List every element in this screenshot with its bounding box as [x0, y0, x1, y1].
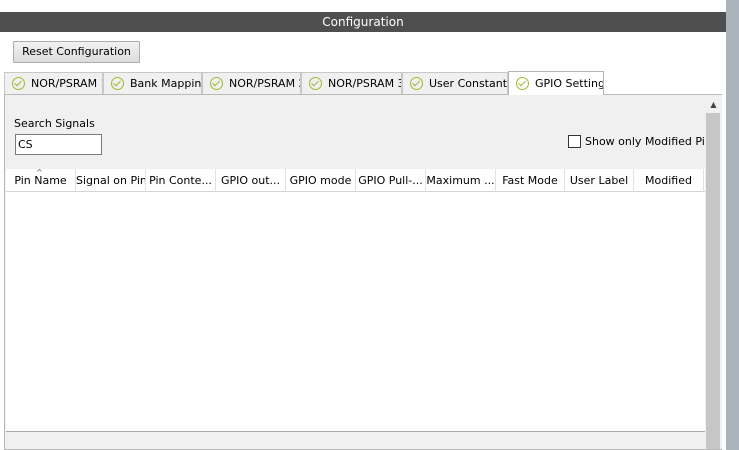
pin-table: ^ Pin Name Signal on Pin Pin Conte... GP… [6, 169, 705, 431]
column-header-gpio-mode[interactable]: GPIO mode [286, 169, 356, 192]
tab-nor-psram-2[interactable]: NOR/PSRAM 2 [202, 72, 301, 94]
tab-label: NOR/PSRAM 1 [31, 77, 103, 90]
tab-nor-psram-3[interactable]: NOR/PSRAM 3 [301, 72, 402, 94]
tab-label: GPIO Settings [535, 77, 604, 90]
column-header-gpio-pull[interactable]: GPIO Pull-... [356, 169, 426, 192]
reset-configuration-button[interactable]: Reset Configuration [13, 41, 140, 63]
column-header-pin-name[interactable]: ^ Pin Name [6, 169, 76, 192]
column-header-maximum[interactable]: Maximum ... [426, 169, 496, 192]
scroll-thumb[interactable] [706, 113, 720, 449]
panel-title: Configuration [0, 12, 726, 32]
tab-gpio-settings[interactable]: GPIO Settings [508, 71, 604, 95]
configuration-panel: Configuration Reset Configuration NOR/PS… [0, 0, 726, 450]
tab-label: NOR/PSRAM 3 [328, 77, 402, 90]
column-header-signal-on-pin[interactable]: Signal on Pin [76, 169, 146, 192]
tab-label: Bank Mapping [130, 77, 202, 90]
check-ok-icon [309, 77, 322, 90]
column-header-gpio-output[interactable]: GPIO out... [216, 169, 286, 192]
gpio-settings-content: Search Signals Show only Modified Pins ^… [4, 94, 722, 450]
search-signals-label: Search Signals [14, 117, 95, 130]
vertical-scrollbar[interactable]: ▲ [705, 95, 722, 449]
sort-ascending-icon: ^ [36, 169, 43, 177]
tab-nor-psram-1[interactable]: NOR/PSRAM 1 [4, 72, 103, 94]
column-header-user-label[interactable]: User Label [565, 169, 634, 192]
show-modified-checkbox[interactable] [568, 135, 581, 148]
column-header-pin-context[interactable]: Pin Conte... [146, 169, 216, 192]
check-ok-icon [410, 77, 423, 90]
horizontal-scrollbar[interactable] [6, 431, 705, 449]
table-header: ^ Pin Name Signal on Pin Pin Conte... GP… [6, 169, 705, 192]
scroll-up-arrow-icon[interactable]: ▲ [705, 95, 722, 113]
show-modified-label: Show only Modified Pins [585, 135, 718, 148]
tab-label: User Constants [429, 77, 508, 90]
tab-label: NOR/PSRAM 2 [229, 77, 301, 90]
table-body [6, 192, 705, 431]
check-ok-icon [210, 77, 223, 90]
show-modified-toggle[interactable]: Show only Modified Pins [568, 135, 718, 148]
search-signals-input[interactable] [15, 134, 102, 155]
column-header-fast-mode[interactable]: Fast Mode [496, 169, 565, 192]
tab-user-constants[interactable]: User Constants [402, 72, 508, 94]
column-header-modified[interactable]: Modified [634, 169, 704, 192]
check-ok-icon [516, 77, 529, 90]
check-ok-icon [111, 77, 124, 90]
config-tabs: NOR/PSRAM 1 Bank Mapping NOR/PSRAM 2 NOR… [4, 71, 726, 95]
tab-bank-mapping[interactable]: Bank Mapping [103, 72, 202, 94]
check-ok-icon [12, 77, 25, 90]
